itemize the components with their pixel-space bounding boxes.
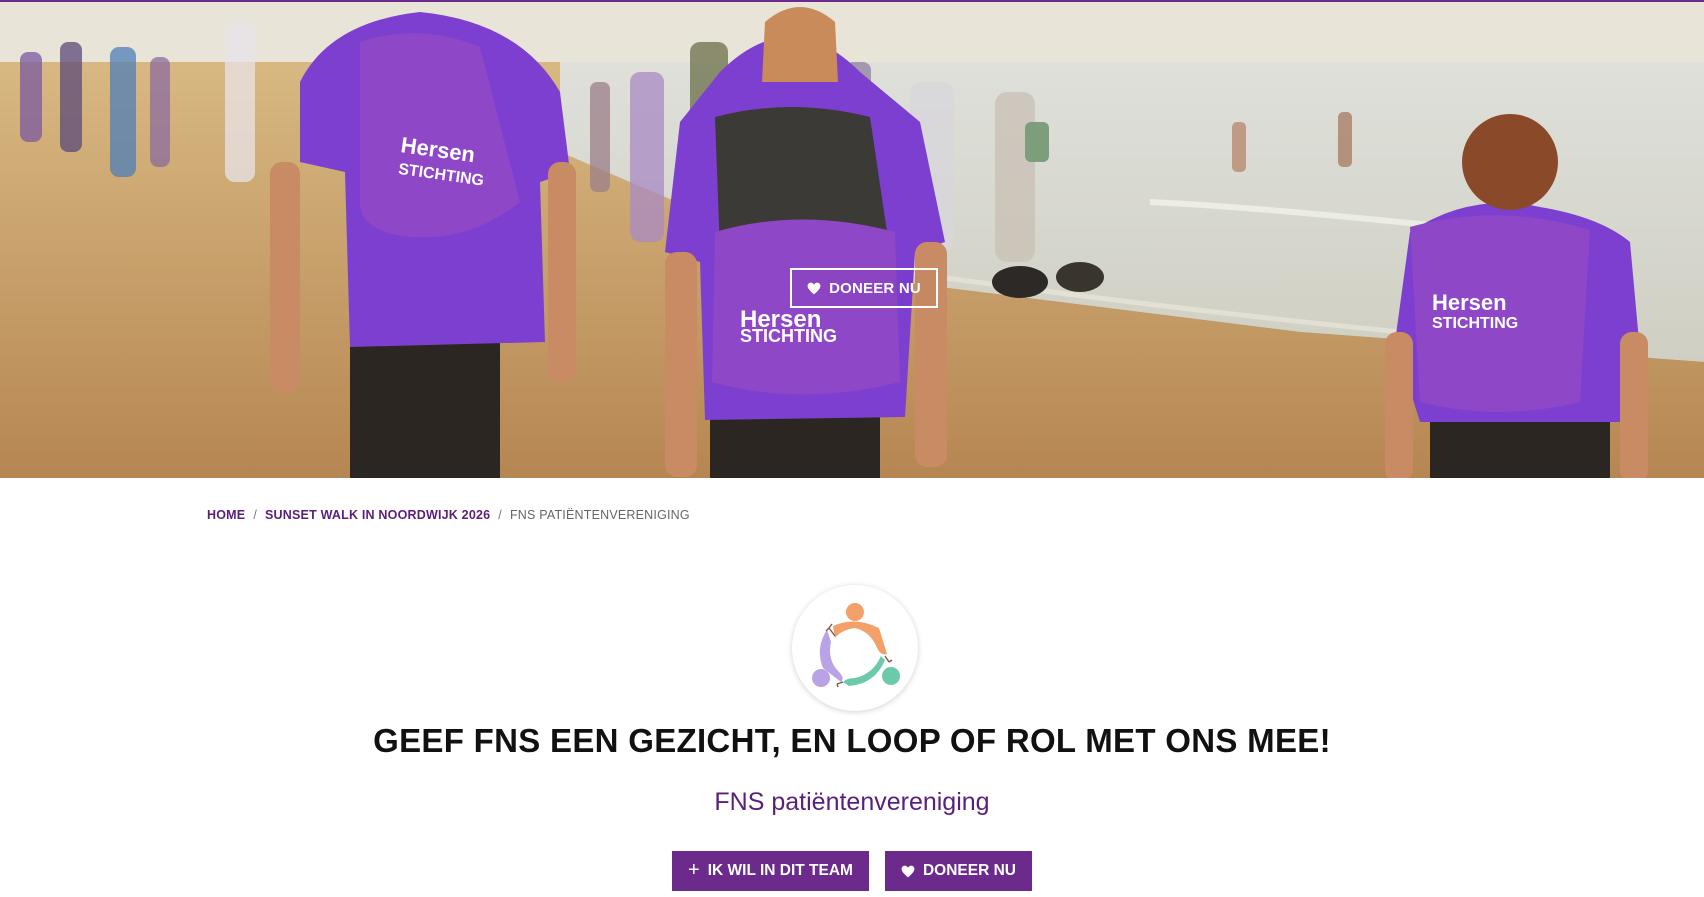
team-logo bbox=[792, 585, 918, 711]
page-title: GEEF FNS EEN GEZICHT, EN LOOP OF ROL MET… bbox=[373, 722, 1331, 759]
heart-icon bbox=[901, 865, 915, 877]
donate-label: DONEER NU bbox=[922, 862, 1016, 879]
hero-photo: Hersen STICHTING Hersen STICHTING Hersen… bbox=[0, 2, 1704, 478]
breadcrumb-event-link[interactable]: SUNSET WALK IN NOORDWIJK 2026 bbox=[265, 508, 490, 522]
join-team-label: IK WIL IN DIT TEAM bbox=[707, 862, 853, 879]
donate-button[interactable]: DONEER NU bbox=[884, 851, 1032, 891]
heart-icon bbox=[807, 282, 821, 294]
action-buttons: + IK WIL IN DIT TEAM DONEER NU bbox=[0, 851, 1704, 891]
hero-banner: Hersen STICHTING Hersen STICHTING Hersen… bbox=[0, 0, 1704, 478]
breadcrumb-home-link[interactable]: HOME bbox=[207, 508, 245, 522]
breadcrumb-current: FNS PATIËNTENVERENIGING bbox=[509, 508, 690, 522]
team-subtitle: FNS patiëntenvereniging bbox=[714, 788, 990, 816]
svg-text:STICHTING: STICHTING bbox=[740, 326, 837, 346]
join-team-button[interactable]: + IK WIL IN DIT TEAM bbox=[672, 851, 869, 891]
svg-text:Hersen: Hersen bbox=[1432, 290, 1507, 315]
breadcrumb-separator: / bbox=[498, 508, 502, 522]
svg-text:STICHTING: STICHTING bbox=[1432, 315, 1518, 332]
hero-donate-button[interactable]: DONEER NU bbox=[790, 268, 938, 308]
breadcrumb: HOME / SUNSET WALK IN NOORDWIJK 2026 / F… bbox=[207, 508, 690, 522]
breadcrumb-separator: / bbox=[253, 508, 257, 522]
team-logo-icon bbox=[812, 603, 900, 688]
plus-icon: + bbox=[688, 859, 700, 881]
hero-donate-label: DONEER NU bbox=[829, 279, 921, 297]
